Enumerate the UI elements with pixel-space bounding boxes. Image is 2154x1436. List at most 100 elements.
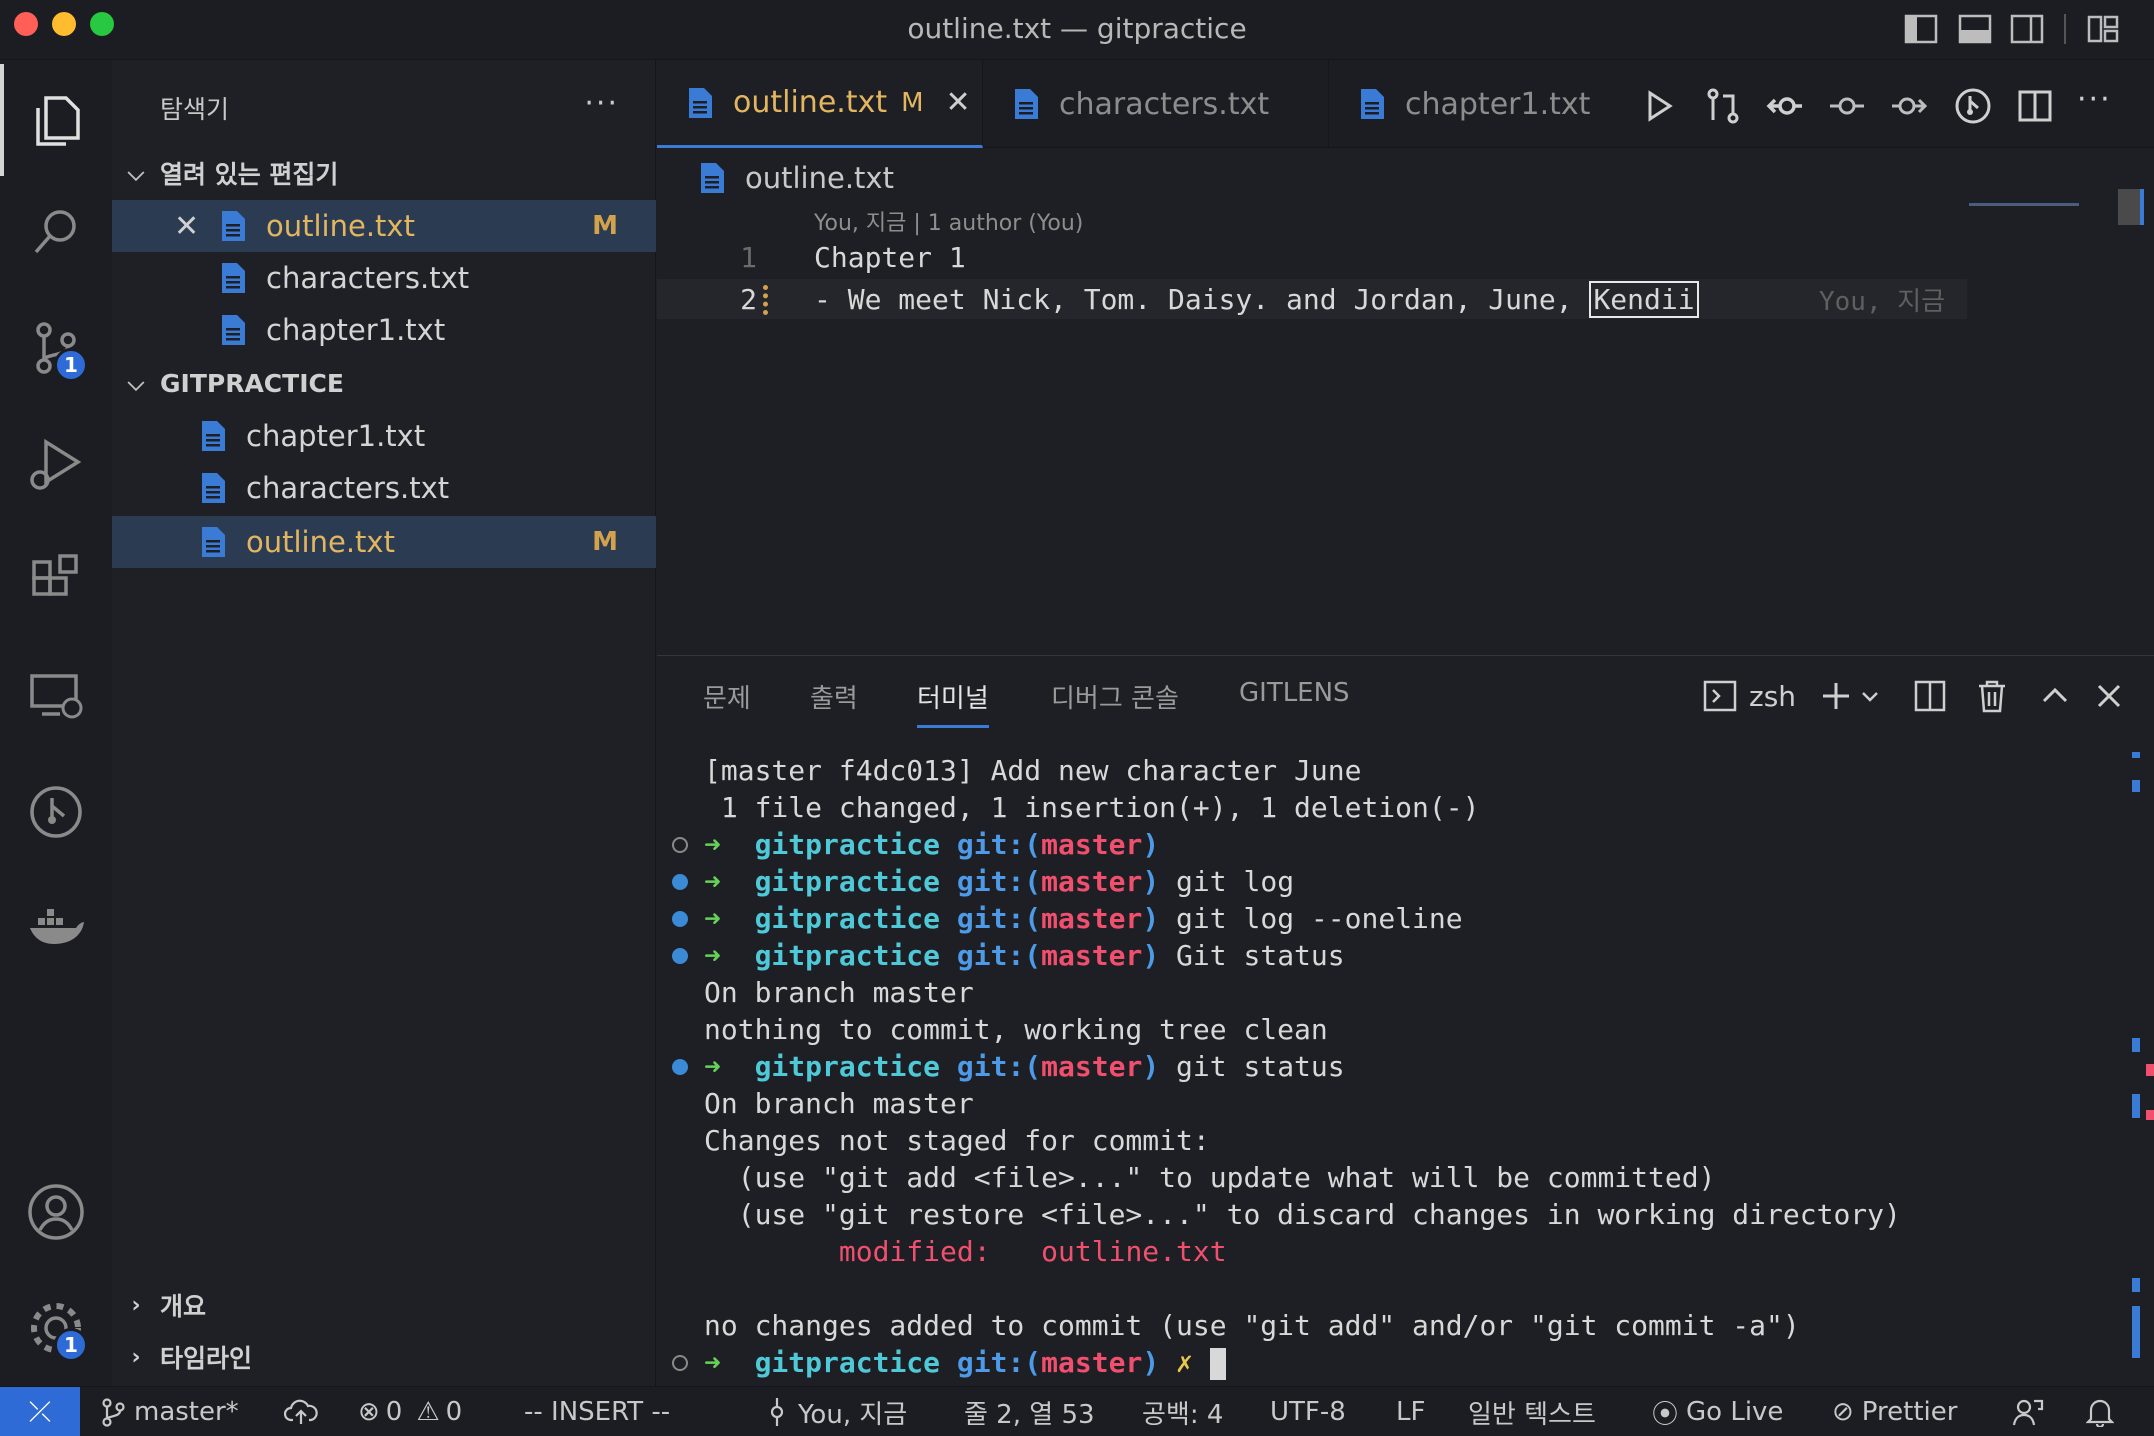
docker-button[interactable] bbox=[20, 890, 92, 962]
split-terminal-icon[interactable] bbox=[1913, 679, 1947, 713]
toggle-secondary-sidebar-icon[interactable] bbox=[2010, 12, 2044, 46]
remote-indicator[interactable]: ⤫ bbox=[0, 1386, 80, 1436]
terminal-line-modified: modified: outline.txt bbox=[704, 1235, 1227, 1268]
scroll-marker bbox=[2132, 752, 2140, 758]
trash-icon[interactable] bbox=[1975, 678, 2009, 714]
new-terminal-button[interactable] bbox=[1819, 676, 1881, 716]
outline-section-header[interactable]: › 개요 bbox=[112, 1280, 656, 1330]
workspace-file-item[interactable]: characters.txt bbox=[112, 462, 656, 514]
tab-problems[interactable]: 문제 bbox=[703, 678, 751, 725]
file-icon bbox=[222, 263, 245, 293]
open-editor-item[interactable]: ✕ outline.txt M bbox=[112, 200, 656, 252]
terminal-prompt-line: ➜ gitpractice git:(master) git log bbox=[657, 863, 2117, 900]
prettier-icon: ⊘ bbox=[1832, 1397, 1854, 1427]
terminal-shell-selector[interactable]: zsh bbox=[1703, 676, 1796, 716]
next-revision-icon[interactable] bbox=[1889, 86, 1929, 126]
blame-status[interactable]: You, 지금 bbox=[766, 1387, 907, 1436]
command-decoration[interactable] bbox=[672, 1059, 688, 1075]
terminal-output[interactable]: [master f4dc013] Add new character June … bbox=[657, 752, 2117, 1381]
manage-button[interactable]: 1 bbox=[20, 1292, 92, 1364]
tab-outline[interactable]: outline.txt M ✕ bbox=[657, 60, 983, 148]
maximize-panel-icon[interactable] bbox=[2039, 680, 2071, 712]
tab-output[interactable]: 출력 bbox=[810, 678, 858, 725]
toggle-primary-sidebar-icon[interactable] bbox=[1904, 12, 1938, 46]
command-decoration[interactable] bbox=[672, 1355, 688, 1371]
file-icon bbox=[701, 163, 724, 193]
command-decoration[interactable] bbox=[672, 874, 688, 890]
editor-more-icon[interactable]: ··· bbox=[2077, 82, 2112, 117]
customize-layout-icon[interactable] bbox=[2086, 12, 2120, 46]
tab-debug-console[interactable]: 디버그 콘솔 bbox=[1051, 678, 1179, 725]
publish-button[interactable] bbox=[284, 1387, 318, 1436]
language-mode[interactable]: 일반 텍스트 bbox=[1468, 1387, 1596, 1436]
open-editor-item[interactable]: characters.txt bbox=[112, 252, 656, 304]
close-tab-icon[interactable]: ✕ bbox=[946, 85, 971, 120]
terminal-line: no changes added to commit (use "git add… bbox=[704, 1309, 1800, 1342]
more-actions-icon[interactable]: ··· bbox=[584, 86, 619, 121]
scroll-marker-error bbox=[2146, 1110, 2154, 1120]
timeline-section-header[interactable]: › 타임라인 bbox=[112, 1332, 656, 1382]
code-line-current[interactable]: 2 - We meet Nick, Tom. Daisy. and Jordan… bbox=[657, 279, 1967, 319]
search-button[interactable] bbox=[20, 196, 92, 268]
plus-icon bbox=[1823, 683, 1849, 709]
command-decoration[interactable] bbox=[672, 911, 688, 927]
open-editors-label: 열려 있는 편집기 bbox=[160, 160, 339, 189]
commit-icon[interactable] bbox=[1827, 86, 1867, 126]
notifications-button[interactable] bbox=[2086, 1387, 2114, 1436]
toggle-blame-icon[interactable] bbox=[1953, 86, 1993, 126]
prettier-button[interactable]: ⊘ Prettier bbox=[1832, 1387, 1957, 1436]
cursor-position[interactable]: 줄 2, 열 53 bbox=[964, 1387, 1095, 1436]
scroll-marker bbox=[2132, 780, 2140, 792]
codelens-blame[interactable]: You, 지금 | 1 author (You) bbox=[814, 205, 1083, 237]
file-name: chapter1.txt bbox=[246, 419, 426, 453]
close-panel-icon[interactable] bbox=[2093, 680, 2125, 712]
terminal-line: (use "git restore <file>..." to discard … bbox=[704, 1198, 1901, 1231]
minimap[interactable] bbox=[1969, 203, 2079, 206]
workspace-file-item[interactable]: outline.txt M bbox=[112, 516, 656, 568]
run-debug-button[interactable] bbox=[20, 428, 92, 500]
feedback-button[interactable] bbox=[2012, 1387, 2044, 1436]
accounts-button[interactable] bbox=[20, 1176, 92, 1248]
line-text: Chapter 1 bbox=[814, 240, 966, 274]
file-name: characters.txt bbox=[266, 261, 470, 295]
scroll-marker bbox=[2132, 1094, 2140, 1118]
editor-scrollbar[interactable] bbox=[2118, 189, 2144, 225]
gitlens-button[interactable] bbox=[20, 776, 92, 848]
file-name: outline.txt bbox=[246, 525, 395, 559]
tab-chapter1[interactable]: chapter1.txt bbox=[1329, 60, 1599, 148]
command-decoration[interactable] bbox=[672, 948, 688, 964]
encoding[interactable]: UTF-8 bbox=[1270, 1387, 1346, 1436]
tab-label: chapter1.txt bbox=[1405, 86, 1591, 122]
editor-area[interactable]: outline.txt You, 지금 | 1 author (You) 1 C… bbox=[657, 149, 2154, 655]
toggle-panel-icon[interactable] bbox=[1958, 12, 1992, 46]
open-editor-item[interactable]: chapter1.txt bbox=[112, 304, 656, 356]
extensions-button[interactable] bbox=[20, 544, 92, 616]
editor-tab-bar: outline.txt M ✕ characters.txt chapter1.… bbox=[657, 60, 2154, 148]
tab-characters[interactable]: characters.txt bbox=[983, 60, 1329, 148]
branch-status[interactable]: master* bbox=[100, 1387, 239, 1436]
workspace-file-item[interactable]: chapter1.txt bbox=[112, 410, 656, 462]
split-editor-icon[interactable] bbox=[2015, 86, 2055, 126]
terminal-prompt-line: ➜ gitpractice git:(master) bbox=[657, 826, 2117, 863]
explorer-button[interactable] bbox=[20, 84, 92, 156]
previous-revision-icon[interactable] bbox=[1765, 86, 1805, 126]
workspace-header[interactable]: ⌵ GITPRACTICE bbox=[112, 358, 656, 408]
go-live-button[interactable]: ⦿ Go Live bbox=[1652, 1387, 1783, 1436]
open-editors-header[interactable]: ⌵ 열려 있는 편집기 bbox=[112, 148, 656, 198]
breadcrumb[interactable]: outline.txt bbox=[699, 157, 894, 199]
tab-terminal[interactable]: 터미널 bbox=[917, 678, 989, 728]
run-icon[interactable] bbox=[1639, 86, 1679, 126]
tab-gitlens[interactable]: GITLENS bbox=[1239, 678, 1350, 718]
problems-status[interactable]: ⊗ 0 ⚠ 0 bbox=[358, 1387, 462, 1436]
title-bar: outline.txt — gitpractice bbox=[0, 0, 2154, 60]
remote-explorer-button[interactable] bbox=[20, 660, 92, 732]
indentation[interactable]: 공백: 4 bbox=[1142, 1387, 1223, 1436]
code-line[interactable]: 1 Chapter 1 bbox=[657, 237, 1967, 277]
source-control-button[interactable]: 1 bbox=[20, 312, 92, 384]
close-editor-icon[interactable]: ✕ bbox=[174, 209, 199, 244]
outline-label: 개요 bbox=[160, 1292, 207, 1321]
end-of-line[interactable]: LF bbox=[1396, 1387, 1425, 1436]
line-number: 2 bbox=[740, 282, 757, 316]
open-changes-icon[interactable] bbox=[1703, 86, 1743, 126]
command-decoration[interactable] bbox=[672, 837, 688, 853]
